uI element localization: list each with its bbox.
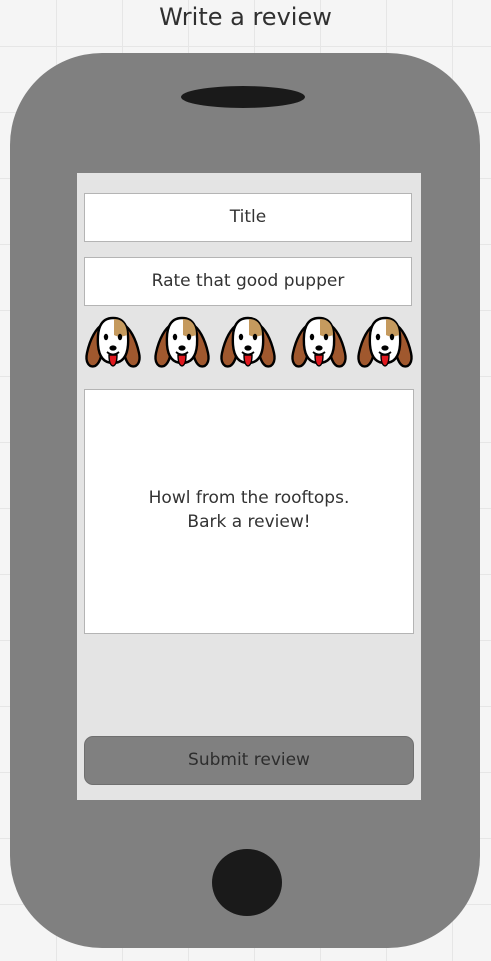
pup-eye-right	[323, 333, 329, 341]
pup-patch	[114, 319, 127, 337]
pup-eye-left	[172, 333, 178, 341]
rating-label: Rate that good pupper	[84, 257, 412, 306]
pup-tongue	[108, 354, 118, 367]
pup-nose	[244, 345, 252, 351]
pup-patch	[249, 319, 262, 337]
phone-speaker	[181, 86, 305, 108]
pup-eye-left	[103, 333, 109, 341]
page-title: Write a review	[159, 3, 332, 31]
pup-nose	[381, 345, 389, 351]
pup-eye-right	[186, 333, 192, 341]
pupper-rating	[77, 315, 421, 375]
review-placeholder: Howl from the rooftops. Bark a review!	[148, 487, 350, 532]
pup-eye-left	[309, 333, 315, 341]
beagle-face-icon[interactable]	[355, 315, 415, 375]
beagle-face-icon[interactable]	[152, 315, 212, 375]
pup-patch	[183, 319, 196, 337]
pup-tongue	[177, 354, 187, 367]
pup-nose	[315, 345, 323, 351]
review-textarea[interactable]: Howl from the rooftops. Bark a review!	[84, 389, 414, 634]
pup-tongue	[314, 354, 324, 367]
pup-nose	[109, 345, 117, 351]
beagle-face-icon[interactable]	[218, 315, 278, 375]
pup-eye-right	[117, 333, 123, 341]
pup-patch	[386, 319, 399, 337]
submit-review-button[interactable]: Submit review	[84, 736, 414, 785]
pup-tongue	[243, 354, 253, 367]
pup-eye-left	[375, 333, 381, 341]
phone-screen: Title Rate that good pupper Howl from th…	[77, 173, 421, 800]
title-input[interactable]: Title	[84, 193, 412, 242]
pup-eye-right	[389, 333, 395, 341]
pup-nose	[178, 345, 186, 351]
beagle-face-icon[interactable]	[289, 315, 349, 375]
pup-eye-left	[238, 333, 244, 341]
phone-home-button[interactable]	[212, 849, 282, 916]
beagle-face-icon[interactable]	[83, 315, 143, 375]
pup-tongue	[380, 354, 390, 367]
pup-patch	[320, 319, 333, 337]
pup-eye-right	[252, 333, 258, 341]
